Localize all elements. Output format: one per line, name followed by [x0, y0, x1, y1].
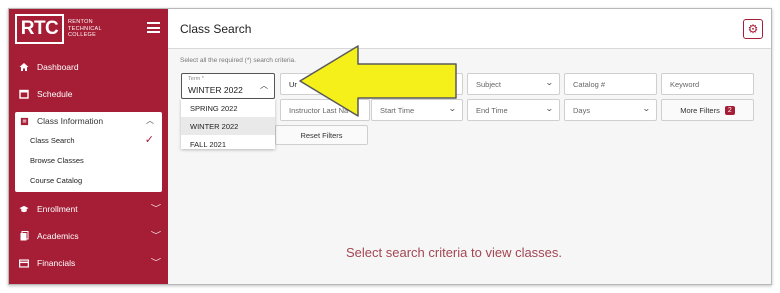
- document-icon: [19, 231, 29, 241]
- chevron-down-icon: ⌄: [545, 78, 555, 87]
- subject-select[interactable]: Subject ⌄: [467, 73, 560, 95]
- app-window: RTC RENTON TECHNICAL COLLEGE Dashboard S…: [8, 8, 772, 285]
- sidebar-subitem-class-search[interactable]: Class Search ✓: [15, 130, 162, 150]
- sidebar-item-label: Dashboard: [37, 62, 79, 72]
- days-select[interactable]: Days ⌄: [564, 99, 657, 121]
- sidebar-item-label: Financials: [37, 258, 76, 268]
- gear-icon: ⚙: [747, 22, 759, 36]
- chevron-up-icon: ︿: [260, 81, 268, 90]
- settings-button[interactable]: ⚙: [743, 19, 763, 39]
- sidebar-item-label: Enrollment: [37, 204, 78, 214]
- class-information-panel: Class Information ︿ Class Search ✓ Brows…: [15, 112, 162, 192]
- header: Class Search ⚙: [168, 9, 771, 49]
- sidebar-item-class-information[interactable]: Class Information ︿: [15, 112, 162, 130]
- main-content: Class Search ⚙ Select all the required (…: [168, 9, 771, 284]
- term-option[interactable]: WINTER 2022: [181, 117, 275, 135]
- term-option[interactable]: FALL 2021: [181, 135, 275, 153]
- logo: RTC RENTON TECHNICAL COLLEGE: [9, 9, 168, 49]
- reset-filters-button[interactable]: Reset Filters: [275, 125, 368, 145]
- term-value: WINTER 2022: [188, 85, 243, 95]
- sidebar-item-enrollment[interactable]: Enrollment ﹀: [9, 198, 168, 220]
- sidebar-item-label: Schedule: [37, 89, 73, 99]
- filter-count-badge: 2: [724, 105, 735, 115]
- chevron-down-icon: ⌄: [545, 104, 555, 113]
- menu-icon[interactable]: [147, 22, 160, 33]
- sidebar-item-dashboard[interactable]: Dashboard: [9, 56, 168, 78]
- calendar-icon: [19, 89, 29, 99]
- chevron-down-icon: ⌄: [642, 104, 652, 113]
- graduation-cap-icon: [19, 204, 29, 214]
- credit-card-icon: [19, 258, 29, 268]
- sidebar-item-label: Class Information: [37, 116, 104, 126]
- more-filters-button[interactable]: More Filters 2: [661, 99, 754, 121]
- chevron-up-icon: ︿: [146, 116, 154, 125]
- sidebar-subitem-course-catalog[interactable]: Course Catalog: [15, 170, 162, 190]
- empty-state-message: Select search criteria to view classes.: [346, 245, 563, 260]
- catalog-number-input[interactable]: Catalog #: [564, 73, 657, 95]
- term-option[interactable]: SPRING 2022: [181, 99, 275, 117]
- keyword-input[interactable]: Keyword: [661, 73, 754, 95]
- term-dropdown: SPRING 2022 WINTER 2022 FALL 2021: [181, 99, 275, 149]
- page-title: Class Search: [180, 22, 252, 36]
- search-hint: Select all the required (*) search crite…: [180, 57, 296, 64]
- term-select[interactable]: Term * WINTER 2022 ︿: [181, 73, 275, 99]
- sidebar-item-academics[interactable]: Academics ﹀: [9, 225, 168, 247]
- logo-mark: RTC: [15, 14, 64, 44]
- term-label: Term *: [188, 76, 204, 82]
- home-icon: [19, 62, 29, 72]
- sidebar-item-label: Academics: [37, 231, 79, 241]
- end-time-select[interactable]: End Time ⌄: [467, 99, 560, 121]
- chevron-down-icon: ﹀: [150, 204, 162, 213]
- annotation-arrow: [299, 45, 457, 117]
- sidebar: RTC RENTON TECHNICAL COLLEGE Dashboard S…: [9, 9, 168, 284]
- sidebar-item-financials[interactable]: Financials ﹀: [9, 252, 168, 274]
- logo-text: RENTON TECHNICAL COLLEGE: [68, 19, 102, 39]
- sidebar-subitem-browse-classes[interactable]: Browse Classes: [15, 150, 162, 170]
- check-icon: ✓: [144, 134, 154, 146]
- sidebar-item-schedule[interactable]: Schedule: [9, 83, 168, 105]
- chevron-down-icon: ﹀: [150, 258, 162, 267]
- book-icon: [20, 117, 29, 126]
- chevron-down-icon: ﹀: [150, 231, 162, 240]
